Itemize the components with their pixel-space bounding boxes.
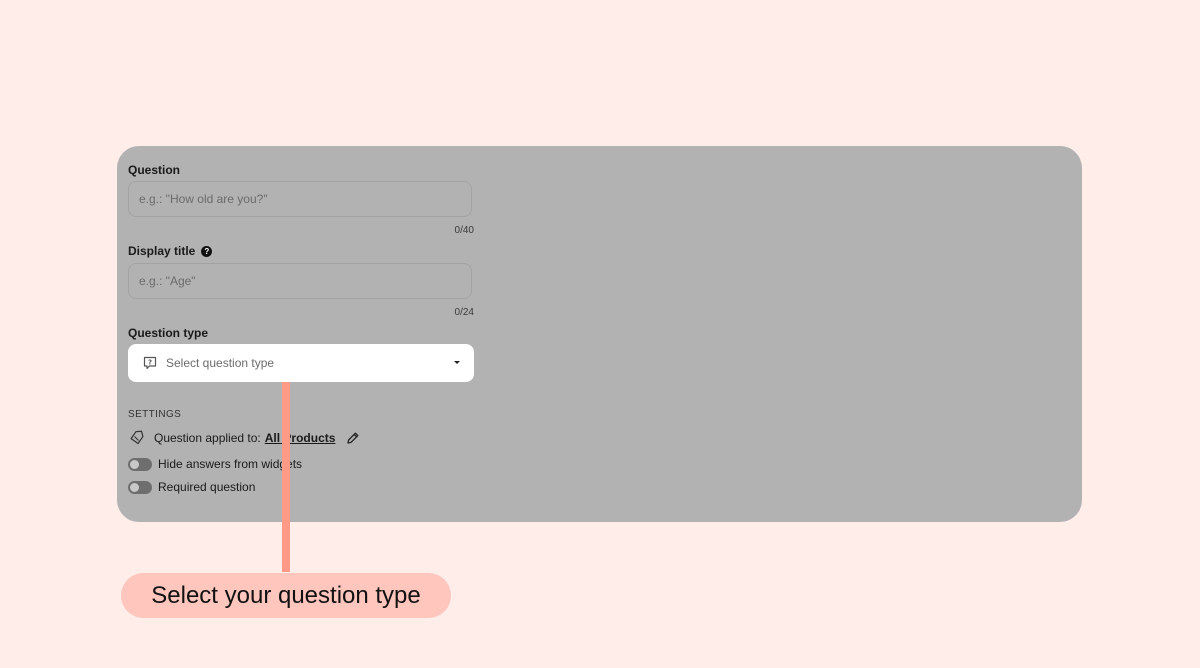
question-input[interactable]: e.g.: "How old are you?"	[128, 181, 472, 217]
question-bubble-icon: ?	[143, 356, 157, 370]
display-title-placeholder: e.g.: "Age"	[139, 274, 196, 288]
question-label: Question	[128, 163, 181, 177]
callout-text: Select your question type	[151, 581, 421, 609]
question-circle-icon[interactable]: ?	[201, 245, 213, 257]
hide-answers-toggle[interactable]	[128, 457, 152, 471]
required-question-toggle[interactable]	[128, 480, 152, 494]
question-char-counter: 0/40	[454, 225, 474, 236]
applied-products-link[interactable]: All Products	[265, 431, 336, 445]
tutorial-callout: Select your question type	[121, 573, 451, 618]
pencil-icon[interactable]	[346, 431, 360, 445]
applied-to-prefix: Question applied to:	[154, 430, 261, 445]
required-question-label: Required question	[158, 480, 256, 494]
question-type-select[interactable]: ? Select question type	[128, 344, 474, 382]
question-type-label: Question type	[128, 326, 209, 340]
applied-to-row: Question applied to: All Products	[130, 430, 360, 445]
required-question-row: Required question	[128, 480, 255, 494]
hide-answers-row: Hide answers from widgets	[128, 457, 302, 471]
hide-answers-label: Hide answers from widgets	[158, 457, 303, 471]
svg-text:?: ?	[148, 359, 152, 367]
question-type-placeholder: Select question type	[166, 356, 275, 370]
chevron-down-icon	[454, 361, 460, 364]
tag-icon	[130, 430, 145, 445]
display-title-label: Display title ?	[128, 244, 213, 258]
display-title-char-counter: 0/24	[454, 307, 474, 318]
question-placeholder: e.g.: "How old are you?"	[139, 192, 268, 206]
callout-pointer-line	[282, 382, 290, 572]
question-form-panel: Question e.g.: "How old are you?" 0/40 D…	[117, 146, 1082, 522]
display-title-label-text: Display title	[128, 244, 196, 258]
display-title-input[interactable]: e.g.: "Age"	[128, 263, 472, 299]
settings-heading: SETTINGS	[128, 409, 182, 420]
